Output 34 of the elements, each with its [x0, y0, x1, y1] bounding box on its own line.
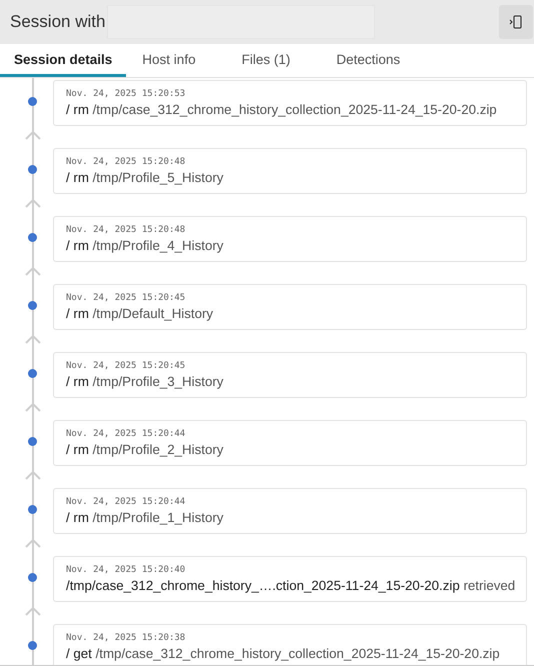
window-title: Session with: [10, 12, 106, 32]
tab[interactable]: Detections: [322, 44, 414, 77]
timestamp: Nov. 24, 2025 15:20:45: [66, 361, 186, 371]
timeline-dot: [28, 641, 37, 650]
panel-icon: [509, 15, 523, 29]
timeline-dot: [28, 233, 37, 242]
command-text: / rm /tmp/Default_History: [66, 306, 214, 321]
timestamp: Nov. 24, 2025 15:20:53: [66, 89, 186, 99]
tab[interactable]: Host info: [128, 44, 210, 77]
timeline-dot: [28, 369, 37, 378]
timeline-dot: [28, 437, 37, 446]
timestamp: Nov. 24, 2025 15:20:40: [66, 565, 186, 575]
command-text: / rm /tmp/Profile_5_History: [66, 170, 224, 185]
timestamp: Nov. 24, 2025 15:20:45: [66, 293, 186, 303]
timestamp: Nov. 24, 2025 15:20:48: [66, 157, 186, 167]
timestamp: Nov. 24, 2025 15:20:44: [66, 429, 186, 439]
timeline-dot: [28, 505, 37, 514]
command-text: / rm /tmp/case_312_chrome_history_collection_2025-11-24_15-20-20.zip: [66, 102, 497, 117]
command-text: / rm /tmp/Profile_1_History: [66, 510, 224, 525]
timeline-dot: [28, 165, 37, 174]
tab[interactable]: Session details: [0, 44, 126, 77]
timeline-dot: [28, 573, 37, 582]
timestamp: Nov. 24, 2025 15:20:48: [66, 225, 186, 235]
panel-toggle-button[interactable]: [499, 5, 533, 39]
timestamp: Nov. 24, 2025 15:20:44: [66, 497, 186, 507]
command-text: / get /tmp/case_312_chrome_history_collection_2025-11-24_15-20-20.zip: [66, 646, 500, 661]
command-text: / rm /tmp/Profile_2_History: [66, 442, 224, 457]
tab[interactable]: Files (1): [228, 44, 304, 77]
timestamp: Nov. 24, 2025 15:20:38: [66, 633, 186, 643]
command-text: / rm /tmp/Profile_3_History: [66, 374, 224, 389]
command-text: / rm /tmp/Profile_4_History: [66, 238, 224, 253]
file-text: /tmp/case_312_chrome_history_….ction_2025-11-24_15-20-20.zip retrieved: [66, 578, 516, 593]
timeline-dot: [28, 301, 37, 310]
timeline-dot: [28, 97, 37, 106]
